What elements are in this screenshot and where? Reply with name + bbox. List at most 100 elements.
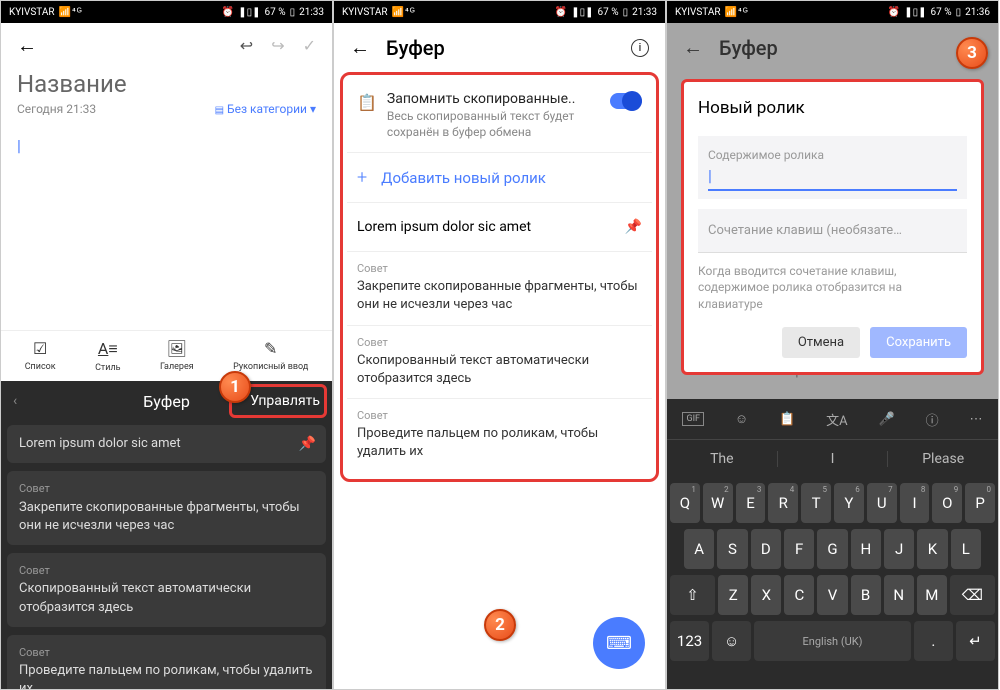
clipboard-icon[interactable]: 📋 [779, 412, 795, 427]
redo-icon[interactable]: ↪ [271, 36, 284, 55]
clipboard-icon: 📋 [357, 93, 377, 140]
status-bar: KYIVSTAR📶⁴ᴳ ⏰❚▯❚67 %▯21:33 [334, 1, 665, 23]
suggestion[interactable]: Please [888, 451, 998, 467]
remember-toggle-row[interactable]: 📋 Запомнить скопированные.. Весь скопиро… [347, 79, 652, 153]
key-U[interactable]: U7 [867, 483, 897, 523]
note-date: Сегодня 21:33 [17, 102, 96, 116]
key-M[interactable]: M [917, 575, 947, 615]
page-title: Буфер [386, 36, 615, 60]
list-button[interactable]: ☑Список [25, 339, 56, 373]
back-icon[interactable]: ← [17, 33, 37, 58]
key-Q[interactable]: Q1 [670, 483, 700, 523]
more-icon[interactable]: ⋯ [970, 412, 983, 427]
keyboard-icon: ⌨ [606, 633, 632, 654]
clip-tip[interactable]: СоветСкопированный текст автоматически о… [7, 553, 326, 627]
tip-item: СоветСкопированный текст автоматически о… [347, 325, 652, 398]
keyboard-toolbar: GIF ☺ 📋 文A 🎤 ⓘ ⋯ [667, 399, 998, 439]
key-N[interactable]: N [884, 575, 914, 615]
period-key[interactable]: . [914, 621, 953, 661]
key-Y[interactable]: Y6 [834, 483, 864, 523]
info-icon[interactable]: ⓘ [926, 410, 939, 429]
key-I[interactable]: I8 [900, 483, 930, 523]
info-icon[interactable]: i [631, 39, 649, 57]
key-P[interactable]: P0 [965, 483, 995, 523]
back-icon[interactable]: ← [350, 35, 370, 60]
enter-key[interactable]: ↵ [956, 621, 995, 661]
cancel-button[interactable]: Отмена [782, 327, 860, 358]
text-cursor[interactable]: | [17, 136, 316, 155]
key-H[interactable]: H [851, 529, 881, 569]
plus-icon: + [357, 167, 367, 188]
key-E[interactable]: E3 [736, 483, 766, 523]
key-V[interactable]: V [817, 575, 847, 615]
content-field[interactable]: Содержимое ролика | [698, 136, 967, 199]
shift-key[interactable]: ⇧ [670, 575, 715, 615]
annotation-badge-2: 2 [484, 609, 516, 641]
signal-icon: 📶⁴ᴳ [59, 7, 83, 18]
key-B[interactable]: B [851, 575, 881, 615]
pin-icon[interactable]: 📌 [625, 219, 642, 235]
emoji-key[interactable]: ☺ [712, 621, 751, 661]
screen-1: KYIVSTAR📶⁴ᴳ ⏰❚▯❚67 %▯21:33 ← ↩ ↪ ✓ Назва… [0, 0, 333, 690]
suggestion-bar: The I Please [667, 439, 998, 477]
key-T[interactable]: T5 [801, 483, 831, 523]
clip-tip[interactable]: СоветЗакрепите скопированные фрагменты, … [7, 471, 326, 545]
back-icon: ← [683, 35, 703, 60]
undo-icon[interactable]: ↩ [240, 36, 253, 55]
key-O[interactable]: O9 [932, 483, 962, 523]
tip-item: СоветЗакрепите скопированные фрагменты, … [347, 251, 652, 324]
key-K[interactable]: K [917, 529, 947, 569]
clip-item[interactable]: Lorem ipsum dolor sic amet 📌 [347, 202, 652, 251]
note-title[interactable]: Название [17, 70, 316, 98]
category-button[interactable]: ▤ Без категории ▾ [215, 102, 316, 116]
screen-3: KYIVSTAR📶⁴ᴳ ⏰❚▯❚67 %▯21:36 ← Буфер они н… [666, 0, 999, 690]
key-L[interactable]: L [951, 529, 981, 569]
check-icon[interactable]: ✓ [303, 36, 316, 55]
gif-icon[interactable]: GIF [682, 412, 704, 426]
handwrite-button[interactable]: ✎Рукописный ввод [233, 339, 308, 373]
key-X[interactable]: X [751, 575, 781, 615]
vibrate-icon: ❚▯❚ [238, 7, 260, 18]
suggestion[interactable]: The [667, 451, 778, 467]
key-R[interactable]: R4 [768, 483, 798, 523]
save-button[interactable]: Сохранить [870, 327, 967, 358]
add-clip-button[interactable]: + Добавить новый ролик [347, 153, 652, 202]
status-bar: KYIVSTAR📶⁴ᴳ ⏰❚▯❚67 %▯21:33 [1, 1, 332, 23]
backspace-key[interactable]: ⌫ [950, 575, 995, 615]
alarm-icon: ⏰ [222, 7, 234, 18]
key-C[interactable]: C [784, 575, 814, 615]
key-D[interactable]: D [751, 529, 781, 569]
key-F[interactable]: F [784, 529, 814, 569]
key-G[interactable]: G [817, 529, 847, 569]
space-key[interactable]: English (UK) [754, 621, 911, 661]
style-button[interactable]: A≡Стиль [95, 339, 120, 373]
annotation-badge-1: 1 [219, 371, 251, 403]
suggestion[interactable]: I [778, 451, 889, 467]
key-J[interactable]: J [884, 529, 914, 569]
key-Z[interactable]: Z [718, 575, 748, 615]
panel-title: Буфер [143, 392, 190, 411]
tip-item: СоветПроведите пальцем по роликам, чтобы… [347, 398, 652, 471]
key-S[interactable]: S [717, 529, 747, 569]
key-A[interactable]: A [684, 529, 714, 569]
sticker-icon[interactable]: ☺ [735, 411, 748, 427]
dialog-title: Новый ролик [698, 98, 967, 118]
chevron-left-icon[interactable]: ‹ [13, 393, 17, 409]
manage-button[interactable]: Управлять [250, 393, 320, 409]
clip-item[interactable]: Lorem ipsum dolor sic amet📌 [7, 425, 326, 463]
gallery-button[interactable]: 🖼Галерея [160, 339, 194, 373]
key-W[interactable]: W2 [703, 483, 733, 523]
help-text: Когда вводится сочетание клавиш, содержи… [698, 263, 967, 313]
mic-icon[interactable]: 🎤 [879, 412, 895, 427]
toggle-switch[interactable] [610, 93, 642, 109]
keyboard-fab[interactable]: ⌨ [593, 617, 645, 669]
pin-icon[interactable]: 📌 [299, 435, 316, 455]
translate-icon[interactable]: 文A [826, 410, 847, 429]
shortcut-field[interactable]: Сочетание клавиш (необязате… [698, 209, 967, 253]
clipboard-panel: ‹ Буфер Управлять Lorem ipsum dolor sic … [1, 381, 332, 689]
keyboard: Q1W2E3R4T5Y6U7I8O9P0 ASDFGHJKL ⇧ZXCVBNM⌫… [667, 477, 998, 689]
editor-toolbar: ☑Список A≡Стиль 🖼Галерея ✎Рукописный вво… [1, 330, 332, 381]
annotation-badge-3: 3 [956, 37, 988, 69]
clip-tip[interactable]: СоветПроведите пальцем по роликам, чтобы… [7, 635, 326, 690]
num-key[interactable]: 123 [670, 621, 709, 661]
